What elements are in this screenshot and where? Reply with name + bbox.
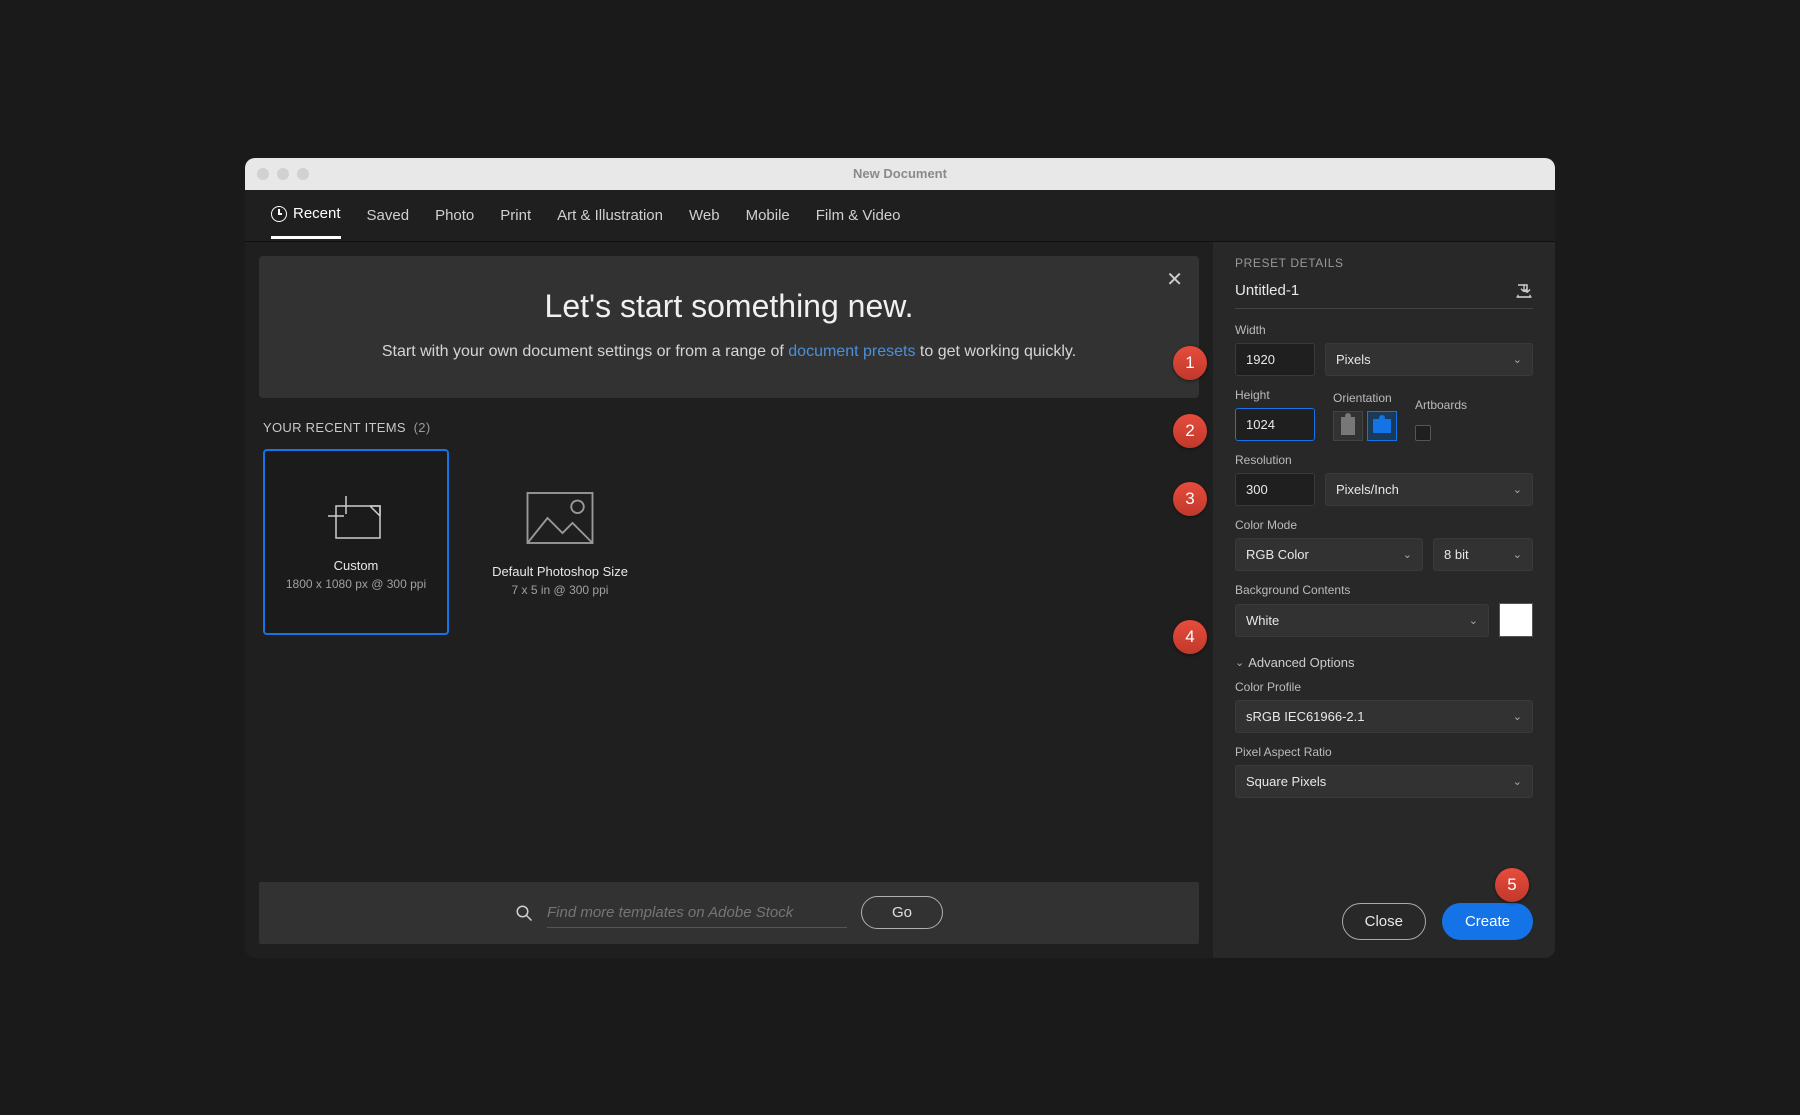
callout-2: 2	[1173, 414, 1207, 448]
chevron-down-icon: ⌄	[1235, 656, 1244, 669]
hero-subtitle: Start with your own document settings or…	[299, 339, 1159, 365]
bit-depth-select[interactable]: 8 bit⌄	[1433, 538, 1533, 571]
hero-banner: ✕ Let's start something new. Start with …	[259, 256, 1199, 399]
chevron-down-icon: ⌄	[1513, 775, 1522, 788]
preset-default-photoshop[interactable]: Default Photoshop Size 7 x 5 in @ 300 pp…	[467, 449, 653, 635]
chevron-down-icon: ⌄	[1513, 548, 1522, 561]
width-input[interactable]	[1235, 343, 1315, 376]
document-name-input[interactable]	[1235, 282, 1515, 299]
chevron-down-icon: ⌄	[1513, 353, 1522, 366]
document-presets-link[interactable]: document presets	[788, 343, 915, 360]
bg-contents-label: Background Contents	[1235, 583, 1533, 597]
resolution-unit-select[interactable]: Pixels/Inch⌄	[1325, 473, 1533, 506]
create-button[interactable]: Create	[1442, 903, 1533, 940]
width-unit-select[interactable]: Pixels⌄	[1325, 343, 1533, 376]
preset-name: Custom	[334, 558, 379, 573]
preset-details-title: PRESET DETAILS	[1235, 256, 1533, 270]
chevron-down-icon: ⌄	[1513, 483, 1522, 496]
category-tabs: Recent Saved Photo Print Art & Illustrat…	[245, 190, 1555, 242]
preset-dimensions: 1800 x 1080 px @ 300 ppi	[286, 577, 426, 591]
new-document-window: New Document Recent Saved Photo Print Ar…	[245, 158, 1555, 958]
preset-details-panel: 1 2 3 4 5 PRESET DETAILS Width Pixels⌄ H…	[1213, 242, 1555, 958]
titlebar: New Document	[245, 158, 1555, 190]
tab-recent[interactable]: Recent	[271, 191, 341, 239]
pixel-aspect-select[interactable]: Square Pixels⌄	[1235, 765, 1533, 798]
height-input[interactable]	[1235, 408, 1315, 441]
advanced-options-toggle[interactable]: ⌄Advanced Options	[1235, 655, 1533, 670]
preset-name: Default Photoshop Size	[492, 564, 628, 579]
stock-search-bar: Go	[259, 882, 1199, 944]
bg-color-swatch[interactable]	[1499, 603, 1533, 637]
orientation-label: Orientation	[1333, 391, 1397, 405]
orientation-landscape-button[interactable]	[1367, 411, 1397, 441]
image-preset-icon	[520, 488, 600, 548]
preset-dimensions: 7 x 5 in @ 300 ppi	[512, 583, 609, 597]
resolution-input[interactable]	[1235, 473, 1315, 506]
resolution-label: Resolution	[1235, 453, 1533, 467]
tab-web[interactable]: Web	[689, 193, 720, 238]
close-icon[interactable]: ✕	[1166, 270, 1183, 290]
preset-custom[interactable]: Custom 1800 x 1080 px @ 300 ppi	[263, 449, 449, 635]
tab-saved[interactable]: Saved	[367, 193, 410, 238]
height-label: Height	[1235, 388, 1315, 402]
window-title: New Document	[245, 166, 1555, 181]
callout-5: 5	[1495, 868, 1529, 902]
callout-3: 3	[1173, 482, 1207, 516]
orientation-portrait-button[interactable]	[1333, 411, 1363, 441]
tab-photo[interactable]: Photo	[435, 193, 474, 238]
chevron-down-icon: ⌄	[1403, 548, 1412, 561]
stock-search-input[interactable]	[547, 898, 847, 928]
save-preset-icon[interactable]	[1515, 282, 1533, 300]
callout-1: 1	[1173, 346, 1207, 380]
tab-mobile[interactable]: Mobile	[746, 193, 790, 238]
tab-film-video[interactable]: Film & Video	[816, 193, 901, 238]
pixel-aspect-label: Pixel Aspect Ratio	[1235, 745, 1533, 759]
tab-art-illustration[interactable]: Art & Illustration	[557, 193, 663, 238]
custom-preset-icon	[326, 494, 386, 542]
search-icon	[515, 904, 533, 922]
color-profile-label: Color Profile	[1235, 680, 1533, 694]
chevron-down-icon: ⌄	[1513, 710, 1522, 723]
artboards-checkbox[interactable]	[1415, 425, 1431, 441]
clock-icon	[271, 206, 287, 222]
callout-4: 4	[1173, 620, 1207, 654]
close-button[interactable]: Close	[1342, 903, 1426, 940]
tab-print[interactable]: Print	[500, 193, 531, 238]
color-mode-label: Color Mode	[1235, 518, 1533, 532]
go-button[interactable]: Go	[861, 896, 943, 929]
color-profile-select[interactable]: sRGB IEC61966-2.1⌄	[1235, 700, 1533, 733]
artboards-label: Artboards	[1415, 398, 1467, 412]
hero-title: Let's start something new.	[299, 288, 1159, 325]
color-mode-select[interactable]: RGB Color⌄	[1235, 538, 1423, 571]
chevron-down-icon: ⌄	[1469, 614, 1478, 627]
width-label: Width	[1235, 323, 1533, 337]
bg-contents-select[interactable]: White⌄	[1235, 604, 1489, 637]
recent-items-heading: YOUR RECENT ITEMS (2)	[263, 420, 1199, 435]
